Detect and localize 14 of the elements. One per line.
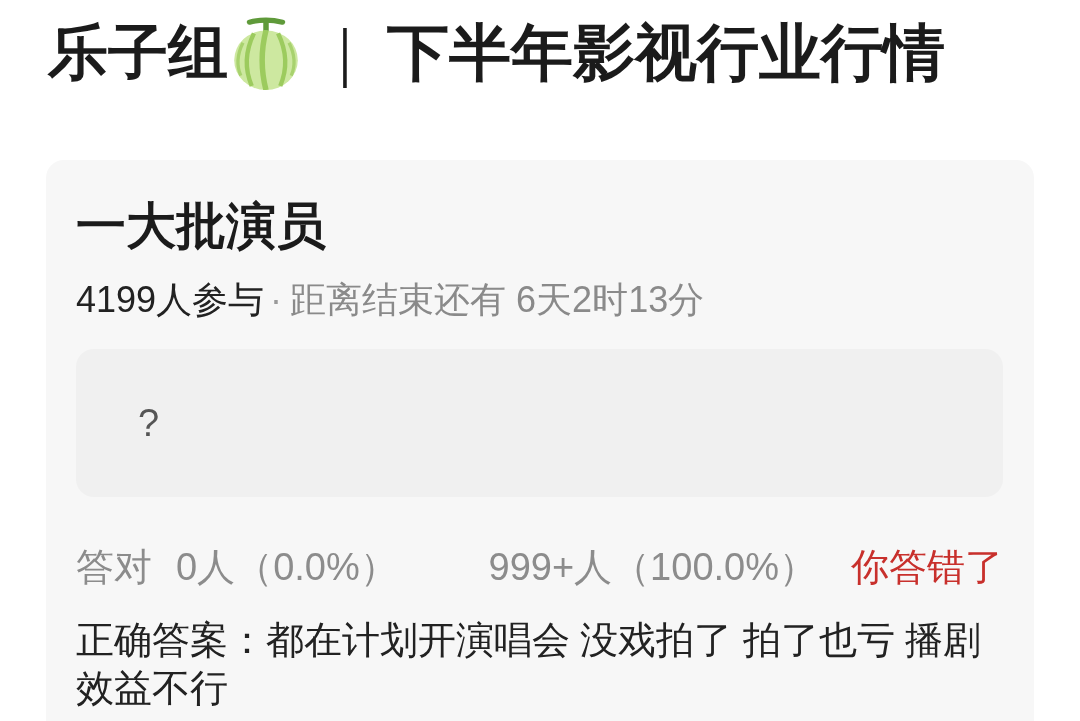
wrong-count: 999+人（100.0%） [488,545,817,590]
topic-title: 下半年影视行业行情 [387,17,945,89]
answer-text: ? [138,401,160,446]
result-text: 你答错了 [851,545,1003,590]
meta-separator: · [270,280,283,320]
title-separator: ｜ [315,18,374,89]
correct-answer-text: 正确答案：都在计划开演唱会 没戏拍了 拍了也亏 播剧效益不行 [76,618,983,711]
poll-title: 一大批演员 [76,197,327,256]
melon-icon [232,16,300,90]
participant-count: 4199人参与 [76,280,265,320]
group-name: 乐子组 [48,18,228,88]
correct-count: 0人（0.0%） [176,545,398,590]
countdown-text: 距离结束还有 6天2时13分 [290,280,705,320]
correct-label: 答对 [76,545,152,590]
